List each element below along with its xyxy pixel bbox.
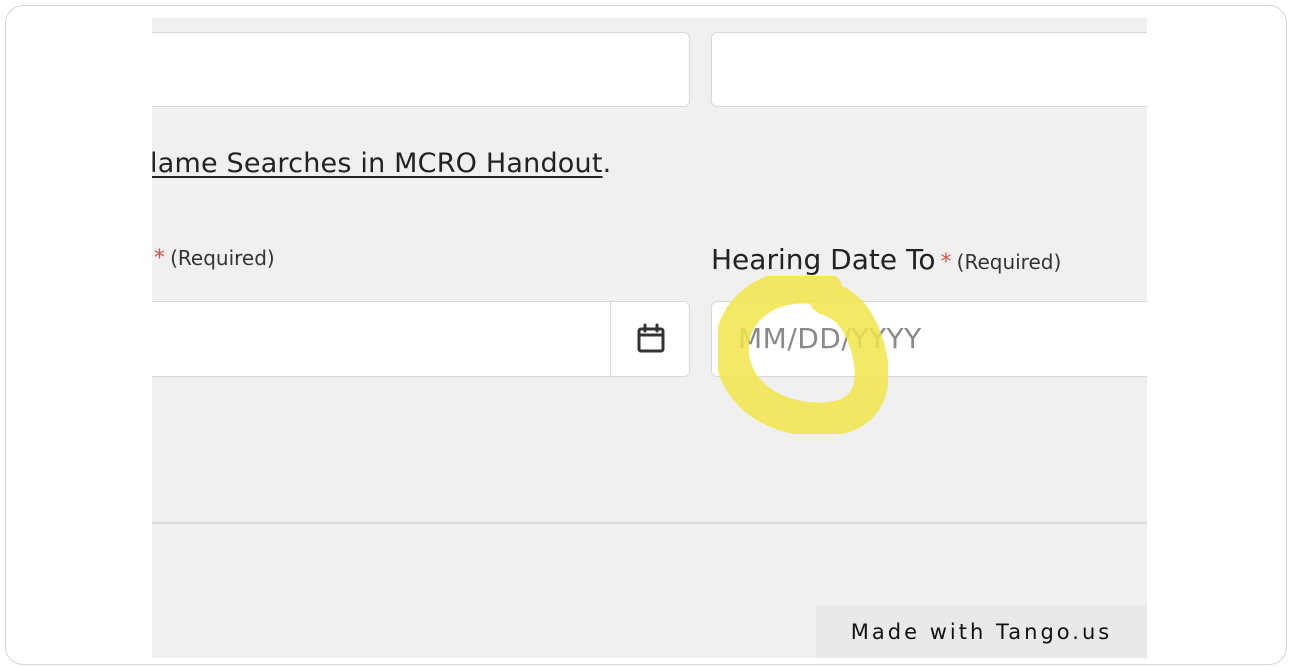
form-panel: lame Searches in MCRO Handout. * (Requir… xyxy=(152,18,1147,658)
required-star: * xyxy=(940,250,952,275)
screenshot-frame: lame Searches in MCRO Handout. * (Requir… xyxy=(5,5,1287,665)
required-text: (Required) xyxy=(956,250,1062,274)
handout-text: lame Searches in MCRO Handout. xyxy=(152,148,611,179)
hearing-date-to-label: Hearing Date To * (Required) xyxy=(711,243,1061,276)
hearing-date-to-input[interactable]: MM/DD/YYYY xyxy=(711,301,1147,377)
required-text: (Required) xyxy=(170,246,275,270)
date-placeholder: MM/DD/YYYY xyxy=(738,322,922,355)
hearing-date-from-label: * (Required) xyxy=(154,246,275,271)
tango-watermark: Made with Tango.us xyxy=(816,606,1147,658)
hearing-date-to-label-text: Hearing Date To xyxy=(711,243,936,276)
calendar-button[interactable] xyxy=(610,301,690,377)
handout-suffix: . xyxy=(602,148,612,179)
handout-link[interactable]: lame Searches in MCRO Handout xyxy=(152,148,603,179)
required-star: * xyxy=(154,246,165,271)
calendar-icon xyxy=(637,323,664,353)
section-divider xyxy=(152,522,1147,524)
top-left-input[interactable] xyxy=(152,32,690,107)
top-right-input[interactable] xyxy=(711,32,1147,107)
